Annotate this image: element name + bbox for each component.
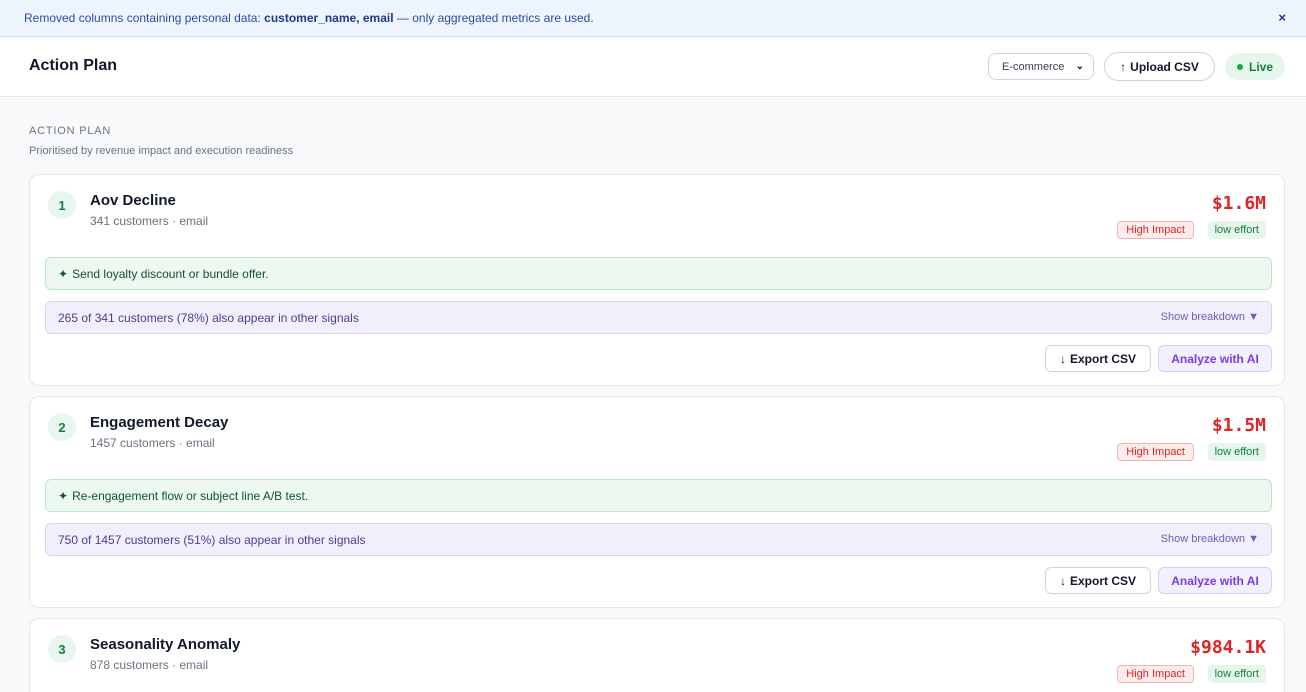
card-title: Engagement Decay xyxy=(90,414,229,431)
action-card: 1 Aov Decline 341 customers · email $1.6… xyxy=(29,174,1285,386)
action-card: 3 Seasonality Anomaly 878 customers · em… xyxy=(29,618,1285,692)
card-meta: 341 customers · email xyxy=(90,214,209,228)
vertical-select[interactable]: E-commerce ⌄ xyxy=(988,53,1094,80)
effort-badge: low effort xyxy=(1207,443,1266,461)
revenue-impact: $1.5M xyxy=(1211,415,1266,436)
card-meta: 878 customers · email xyxy=(90,658,209,672)
sparkle-icon: ✦ xyxy=(58,266,69,281)
upload-csv-button[interactable]: ↑ Upload CSV xyxy=(1104,52,1215,81)
export-csv-button[interactable]: ↓ Export CSV xyxy=(1045,567,1151,594)
triangle-down-icon: ▼ xyxy=(1248,533,1259,545)
revenue-impact: $1.6M xyxy=(1211,193,1266,214)
card-title: Seasonality Anomaly xyxy=(90,636,241,653)
impact-badge: High Impact xyxy=(1117,221,1194,239)
export-csv-button[interactable]: ↓ Export CSV xyxy=(1045,345,1151,372)
impact-badge: High Impact xyxy=(1117,665,1194,683)
overlap-notice: 750 of 1457 customers (51%) also appear … xyxy=(45,523,1272,556)
rank-badge: 1 xyxy=(48,191,76,219)
privacy-banner: Removed columns containing personal data… xyxy=(0,0,1306,37)
sparkle-icon: ✦ xyxy=(58,488,69,503)
effort-badge: low effort xyxy=(1207,221,1266,239)
arrow-down-icon: ↓ xyxy=(1059,573,1066,588)
rank-badge: 3 xyxy=(48,635,76,663)
section-subtitle: Prioritised by revenue impact and execut… xyxy=(29,145,294,157)
card-title: Aov Decline xyxy=(90,192,176,209)
triangle-down-icon: ▼ xyxy=(1248,311,1259,323)
card-meta: 1457 customers · email xyxy=(90,436,215,450)
live-status-badge: Live xyxy=(1225,53,1285,80)
section-label: ACTION PLAN xyxy=(29,125,112,137)
show-breakdown-toggle[interactable]: Show breakdown ▼ xyxy=(1161,311,1259,323)
chevron-down-icon: ⌄ xyxy=(1075,61,1084,72)
action-card: 2 Engagement Decay 1457 customers · emai… xyxy=(29,396,1285,608)
revenue-impact: $984.1K xyxy=(1190,637,1266,658)
show-breakdown-toggle[interactable]: Show breakdown ▼ xyxy=(1161,533,1259,545)
live-dot-icon xyxy=(1236,63,1243,70)
recommended-action: ✦ Re-engagement flow or subject line A/B… xyxy=(45,479,1272,512)
banner-columns: customer_name, email xyxy=(264,11,394,25)
rank-badge: 2 xyxy=(48,413,76,441)
impact-badge: High Impact xyxy=(1117,443,1194,461)
page-title: Action Plan xyxy=(29,57,118,74)
arrow-down-icon: ↓ xyxy=(1059,351,1066,366)
page-header: Action Plan E-commerce ⌄ ↑ Upload CSV Li… xyxy=(0,37,1306,97)
close-icon[interactable]: × xyxy=(1278,10,1286,25)
recommended-action: ✦ Send loyalty discount or bundle offer. xyxy=(45,257,1272,290)
banner-text: Removed columns containing personal data… xyxy=(24,11,594,25)
analyze-with-ai-button[interactable]: Analyze with AI xyxy=(1158,567,1272,594)
effort-badge: low effort xyxy=(1207,665,1266,683)
arrow-up-icon: ↑ xyxy=(1120,59,1127,74)
overlap-notice: 265 of 341 customers (78%) also appear i… xyxy=(45,301,1272,334)
analyze-with-ai-button[interactable]: Analyze with AI xyxy=(1158,345,1272,372)
